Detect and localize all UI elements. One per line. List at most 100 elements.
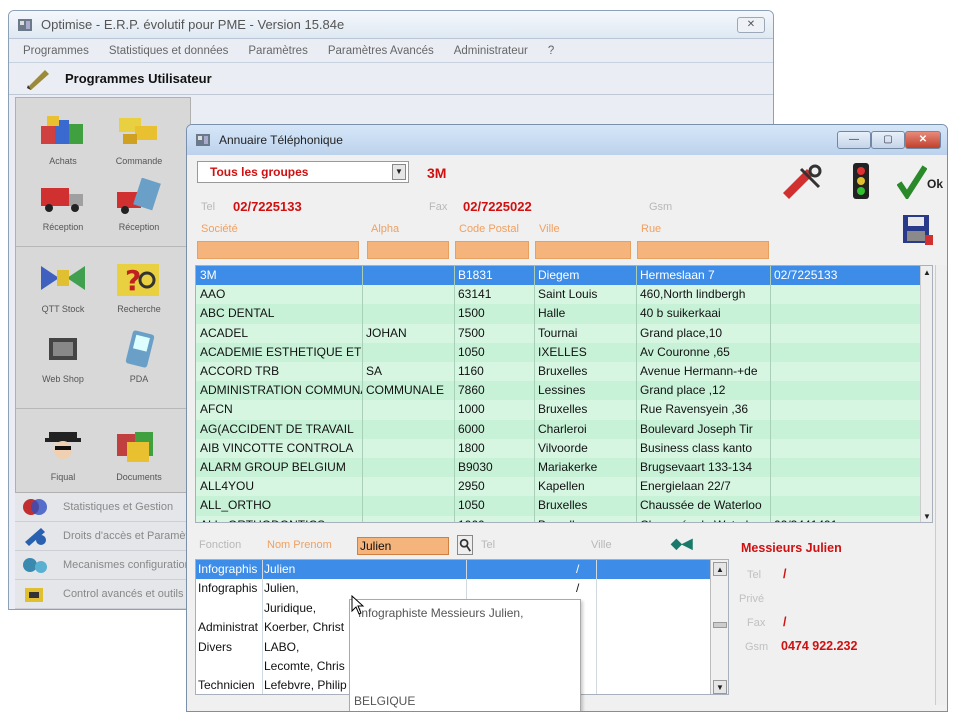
table-row[interactable]: ALARM GROUP BELGIUM B9030 Mariakerke Brugse… <box>196 458 924 478</box>
menu-statistiques[interactable]: Statistiques et données <box>99 45 239 57</box>
table-row[interactable]: 3M B1831 Diegem Hermeslaan 7 02/7225133 <box>196 266 924 286</box>
table-row[interactable]: AIB VINCOTTE CONTROLA 1800 Vilvoorde Busine… <box>196 438 924 458</box>
chevron-down-icon[interactable]: ▼ <box>392 164 406 180</box>
menu-help[interactable]: ? <box>538 45 564 57</box>
contact-scrollbar[interactable]: ▲ ▼ <box>710 560 728 694</box>
tile-web-shop[interactable]: Web Shop <box>30 330 96 384</box>
tile-documents[interactable]: Documents <box>106 428 172 482</box>
col-header-societe[interactable]: Société <box>201 223 238 235</box>
record-nav-icon[interactable]: ◆◀ <box>671 535 693 552</box>
scroll-thumb[interactable] <box>713 622 727 628</box>
cell-alpha <box>362 439 454 458</box>
table-row[interactable]: ADMINISTRATION COMMUNALE COMMUNALE 7860 Les… <box>196 381 924 401</box>
close-button[interactable]: ✕ <box>905 131 941 149</box>
save-disk-icon[interactable] <box>901 213 935 247</box>
menu-administrateur[interactable]: Administrateur <box>444 45 538 57</box>
col-header-rue[interactable]: Rue <box>641 223 661 235</box>
main-close-button[interactable]: ✕ <box>737 17 765 33</box>
cell-tel: / <box>574 676 728 694</box>
table-row[interactable]: ACCORD TRB SA 1160 Bruxelles Avenue Hermann-… <box>196 362 924 382</box>
menu-parametres-avances[interactable]: Paramètres Avancés <box>318 45 444 57</box>
menu-parametres[interactable]: Paramètres <box>238 45 317 57</box>
filter-code-postal[interactable] <box>455 241 529 259</box>
cell-tel: / <box>574 599 728 618</box>
scroll-up-icon[interactable]: ▲ <box>713 562 727 576</box>
nomprenom-input[interactable]: Julien <box>357 537 449 555</box>
filter-societe[interactable] <box>197 241 359 259</box>
tile-fiqual[interactable]: Fiqual <box>30 428 96 482</box>
cell-code-postal: 1060 <box>454 516 534 522</box>
scroll-up-icon[interactable]: ▲ <box>921 266 932 280</box>
dialog-scrollbar[interactable] <box>935 265 947 705</box>
contact-search-bar: Fonction Nom Prenom Julien Tel Ville ◆◀ … <box>195 531 933 561</box>
tile-qtt-stock[interactable]: QTT Stock <box>30 260 96 314</box>
col-header-alpha[interactable]: Alpha <box>371 223 399 235</box>
tile-label: Réception <box>42 222 84 232</box>
scroll-down-icon[interactable]: ▼ <box>921 510 932 522</box>
cell-code-postal: B1831 <box>458 268 493 282</box>
col-header-ville[interactable]: Ville <box>539 223 560 235</box>
cell-rue: Boulevard Joseph Tir <box>640 421 753 436</box>
table-row[interactable]: ALL_ORTHODONTICS 1060BruxellesChaussée de… <box>196 515 924 522</box>
cell-ville: Saint Louis <box>538 287 598 302</box>
scroll-down-icon[interactable]: ▼ <box>713 680 727 694</box>
cell-code-postal: 1050 <box>458 498 485 513</box>
tile-label: Commande <box>115 156 163 166</box>
cell-code-postal: 1000 <box>458 402 485 417</box>
list-item[interactable]: Infographis Julien / <box>196 560 716 580</box>
tile-commande[interactable]: Commande <box>106 112 172 166</box>
table-row[interactable]: ALL4YOU 2950 Kapellen Energielaan 22/7 <box>196 477 924 497</box>
detail-prive-label: Privé <box>739 593 765 605</box>
search-icon[interactable] <box>457 535 473 555</box>
tile-reception-pda[interactable]: Réception <box>106 177 172 232</box>
cell-fonction: Infographis <box>198 562 258 576</box>
bottom-item-control[interactable]: Control avancés et outils <box>15 580 191 609</box>
cell-ville: Diegem <box>538 268 580 282</box>
tooltip-line-1: Infographiste Messieurs Julien, <box>358 606 524 620</box>
tile-recherche[interactable]: ? Recherche <box>106 260 172 314</box>
grid-scrollbar[interactable]: ▲ ▼ <box>920 266 932 522</box>
traffic-light-icon[interactable] <box>843 161 879 201</box>
bottom-item-statistiques[interactable]: Statistiques et Gestion <box>15 493 191 522</box>
cell-tel <box>770 324 924 343</box>
group-select[interactable]: Tous les groupes ▼ <box>197 161 409 183</box>
cell-societe: ACADEMIE ESTHETIQUE ET <box>200 344 362 359</box>
contact-name: Messieurs Julien <box>741 541 842 555</box>
cell-tel: / <box>576 562 580 576</box>
tile-reception[interactable]: Réception <box>30 178 96 232</box>
table-row[interactable]: AAO 63141 Saint Louis 460,North lindbergh <box>196 285 924 305</box>
bottom-item-label: Droits d'accès et Paramètres <box>63 530 191 542</box>
filter-rue[interactable] <box>637 241 769 259</box>
table-row[interactable]: ALL_ORTHO 1050 Bruxelles Chaussée de Waterl… <box>196 496 924 516</box>
separator <box>16 408 192 409</box>
table-row[interactable]: AG(ACCIDENT DE TRAVAIL 6000 Charleroi Boule… <box>196 419 924 439</box>
filter-ville[interactable] <box>535 241 631 259</box>
cell-alpha: SA <box>366 364 383 378</box>
col-header-code-postal[interactable]: Code Postal <box>459 223 519 235</box>
bottom-item-droits[interactable]: Droits d'accès et Paramètres <box>15 522 191 551</box>
maximize-button[interactable]: ▢ <box>871 131 905 149</box>
table-row[interactable]: ABC DENTAL 1500 Halle 40 b suikerkaai <box>196 304 924 324</box>
detail-gsm-value: 0474 922.232 <box>781 639 858 653</box>
table-row[interactable]: AFCN 1000 Bruxelles Rue Ravensyein ,36 <box>196 400 924 420</box>
tools-icon[interactable] <box>779 163 823 199</box>
tile-pda[interactable]: PDA <box>106 330 172 384</box>
table-row[interactable]: ACADEL JOHAN 7500 Tournai Grand place,10 <box>196 323 924 343</box>
col-divider <box>770 266 771 522</box>
cell-alpha <box>362 458 454 477</box>
filter-alpha[interactable] <box>367 241 449 259</box>
cell-ville: Bruxelles <box>538 498 588 513</box>
tile-achats[interactable]: Achats <box>30 112 96 166</box>
cell-rue: Chaussée de Waterloo <box>636 516 770 522</box>
bottom-item-mecanismes[interactable]: Mecanismes configuration <box>15 551 191 580</box>
table-row[interactable]: ACADEMIE ESTHETIQUE ET 1050 IXELLES Av Cour… <box>196 342 924 362</box>
cell-societe: ABC DENTAL <box>200 306 275 321</box>
boxes-icon <box>41 116 83 144</box>
minimize-button[interactable]: — <box>837 131 871 149</box>
cell-rue: 40 b suikerkaai <box>640 306 721 321</box>
ok-button[interactable]: Ok <box>896 165 947 201</box>
menu-programmes[interactable]: Programmes <box>13 45 99 57</box>
tools-icon <box>25 528 46 546</box>
list-item[interactable]: Infographis Julien, / <box>196 579 716 598</box>
cell-ville: Bruxelles <box>538 402 588 417</box>
